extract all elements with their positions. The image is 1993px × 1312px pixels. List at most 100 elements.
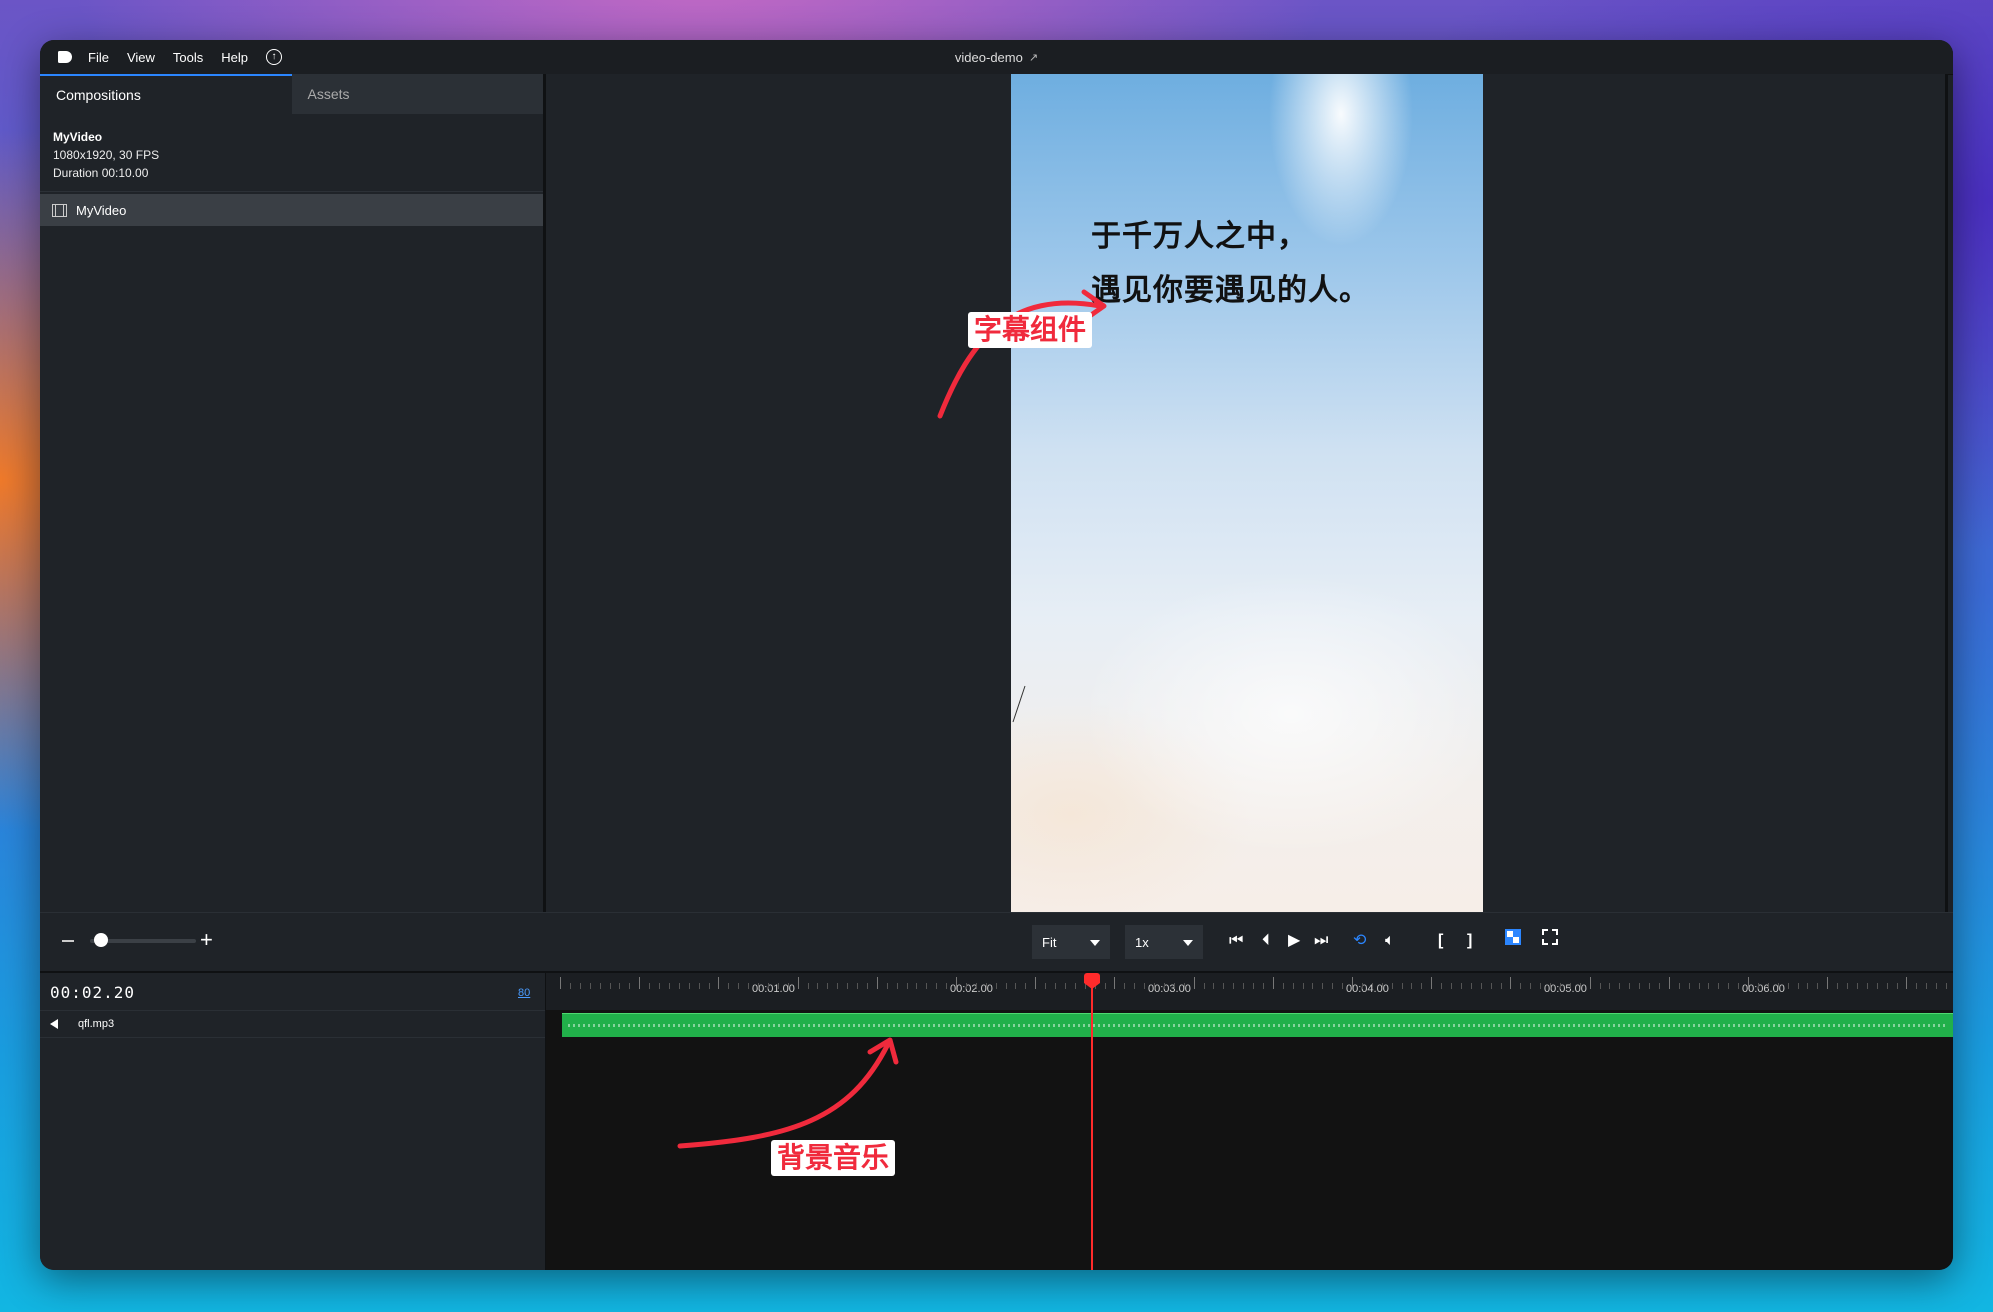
ruler-tick	[1470, 983, 1472, 989]
ruler-tick	[1510, 977, 1512, 989]
ruler-tick	[1748, 977, 1749, 989]
ruler-tick	[1282, 983, 1284, 989]
track-row[interactable]: qfl.mp3	[40, 1010, 545, 1038]
ruler-tick	[668, 983, 670, 989]
out-point-icon[interactable]: ]	[1467, 931, 1472, 951]
checkerboard-icon[interactable]	[1505, 929, 1521, 951]
ruler-tick	[1163, 983, 1165, 989]
ruler-tick	[1193, 977, 1195, 989]
ruler-tick	[560, 977, 561, 989]
ruler-tick	[1906, 977, 1908, 989]
step-back-icon[interactable]: ⏴	[1262, 931, 1270, 951]
ruler-tick	[1342, 983, 1344, 989]
upgrade-icon[interactable]: ↑	[266, 49, 283, 65]
ruler-tick	[1332, 983, 1334, 989]
app-window: File View Tools Help ↑ video-demo ↗ Comp…	[40, 40, 1953, 1270]
ruler-tick	[748, 983, 750, 989]
panel-tabs: Compositions Assets	[40, 74, 543, 114]
ruler-tick	[1233, 983, 1235, 989]
tab-compositions[interactable]: Compositions	[40, 74, 292, 114]
composition-list-item[interactable]: MyVideo	[40, 194, 543, 226]
step-forward-icon[interactable]: ⏭	[1314, 931, 1328, 951]
menu-help[interactable]: Help	[221, 50, 248, 65]
ruler-tick	[1520, 983, 1522, 989]
ruler-tick	[1213, 983, 1215, 989]
ruler-tick	[1015, 983, 1017, 989]
composition-name: MyVideo	[53, 130, 103, 144]
ruler-tick	[1173, 983, 1175, 989]
film-icon	[52, 203, 67, 217]
fps-indicator[interactable]: 80	[518, 987, 530, 999]
ruler-tick	[698, 983, 700, 989]
ruler-tick	[589, 983, 591, 989]
ruler-tick	[1658, 983, 1660, 989]
caption-line-2: 遇见你要遇见的人。	[1091, 273, 1370, 308]
zoom-slider-knob[interactable]	[93, 933, 108, 947]
ruler-tick	[1827, 977, 1829, 989]
ruler-tick	[1609, 983, 1611, 989]
ruler-tick	[1550, 983, 1551, 989]
ruler-tick	[1777, 983, 1779, 989]
composition-resolution: 1080x1920, 30 FPS	[53, 148, 160, 162]
ruler-tick	[1480, 983, 1482, 989]
ruler-tick	[619, 983, 621, 989]
ruler-tick	[1619, 983, 1621, 989]
play-icon[interactable]: ▶	[1288, 931, 1300, 951]
ruler-tick	[995, 983, 997, 989]
music-annotation-label: 背景音乐	[771, 1140, 896, 1176]
speed-select[interactable]: 1x	[1125, 925, 1203, 959]
left-panel: Compositions Assets MyVideo 1080x1920, 3…	[40, 74, 546, 912]
jump-to-start-icon[interactable]: ⏮	[1229, 931, 1243, 951]
in-point-icon[interactable]: [	[1438, 931, 1443, 951]
ruler-tick	[1886, 983, 1888, 989]
fullscreen-icon[interactable]	[1542, 929, 1558, 951]
menu-tools[interactable]: Tools	[173, 50, 203, 65]
ruler-tick	[1253, 983, 1254, 989]
ruler-tick	[1025, 983, 1027, 989]
ruler-tick	[609, 983, 611, 989]
ruler-tick	[1203, 983, 1205, 989]
ruler-tick	[708, 983, 710, 989]
crack-mark	[1012, 685, 1026, 723]
volume-icon[interactable]: 🔈︎	[1385, 931, 1395, 951]
ruler-tick	[728, 983, 730, 989]
ruler-tick	[1678, 983, 1680, 989]
subtitle-annotation-label: 字幕组件	[968, 312, 1093, 348]
ruler-tick	[1381, 983, 1383, 989]
ruler-tick	[1451, 983, 1452, 989]
fit-select[interactable]: Fit	[1032, 925, 1110, 959]
playhead[interactable]	[1084, 973, 1100, 1270]
menu-view[interactable]: View	[127, 50, 155, 65]
ruler-tick	[1876, 983, 1878, 989]
ruler-tick	[965, 983, 967, 989]
menu-file[interactable]: File	[88, 50, 109, 65]
zoom-in-icon[interactable]: +	[200, 929, 213, 951]
playback-toolbar: + Fit 1x ⏮ ⏴ ▶ ⏭ ⟲ 🔈︎ [ ]	[40, 912, 1953, 974]
ruler-tick	[1599, 983, 1601, 989]
zoom-out-icon[interactable]	[62, 940, 74, 942]
ruler-tick	[758, 983, 759, 989]
tab-assets[interactable]: Assets	[291, 74, 543, 114]
current-timecode[interactable]: 00:02.20	[50, 983, 135, 1002]
ruler-tick	[837, 983, 839, 989]
ruler-tick	[876, 977, 878, 989]
ruler-tick	[1431, 977, 1433, 989]
menu-bar: File View Tools Help ↑	[40, 40, 1953, 75]
ruler-tick	[847, 983, 849, 989]
ruler-tick	[777, 983, 779, 989]
ruler-tick	[1936, 983, 1938, 989]
playhead-handle[interactable]	[1084, 973, 1100, 989]
ruler-tick	[1114, 977, 1116, 989]
ruler-tick	[1421, 983, 1423, 989]
ruler-tick	[1411, 983, 1413, 989]
ruler-tick	[1718, 983, 1720, 989]
ruler-tick	[1639, 983, 1641, 989]
ruler-tick	[1292, 983, 1294, 989]
ruler-tick	[946, 983, 948, 989]
speaker-icon[interactable]	[50, 1019, 58, 1029]
loop-icon[interactable]: ⟲	[1353, 931, 1366, 951]
ruler-tick	[767, 983, 769, 989]
timeline-ruler[interactable]: 00:01.00 00:02.00 00:03.00 00:04.00 00:0…	[546, 973, 1953, 1010]
ruler-tick	[1649, 983, 1650, 989]
ruler-tick	[827, 983, 829, 989]
